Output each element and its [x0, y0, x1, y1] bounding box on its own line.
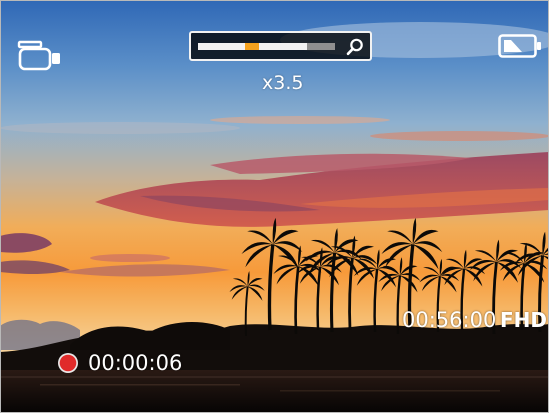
battery-icon: [498, 34, 541, 58]
zoom-level-marker: [245, 43, 259, 50]
magnifier-icon: [346, 38, 363, 56]
zoom-track: [198, 43, 335, 50]
zoom-bar: [189, 31, 372, 61]
video-quality-label: FHD: [500, 308, 548, 332]
record-indicator-icon: [58, 353, 78, 373]
camera-viewfinder: x3.5 00:56:00 FHD 00:00:06: [0, 0, 549, 413]
sunset-scene-image: [0, 0, 549, 413]
video-camera-icon: [17, 40, 60, 71]
zoom-ratio-label: x3.5: [262, 72, 304, 94]
remaining-record-time: 00:56:00: [402, 308, 497, 332]
elapsed-record-time: 00:00:06: [88, 351, 183, 375]
